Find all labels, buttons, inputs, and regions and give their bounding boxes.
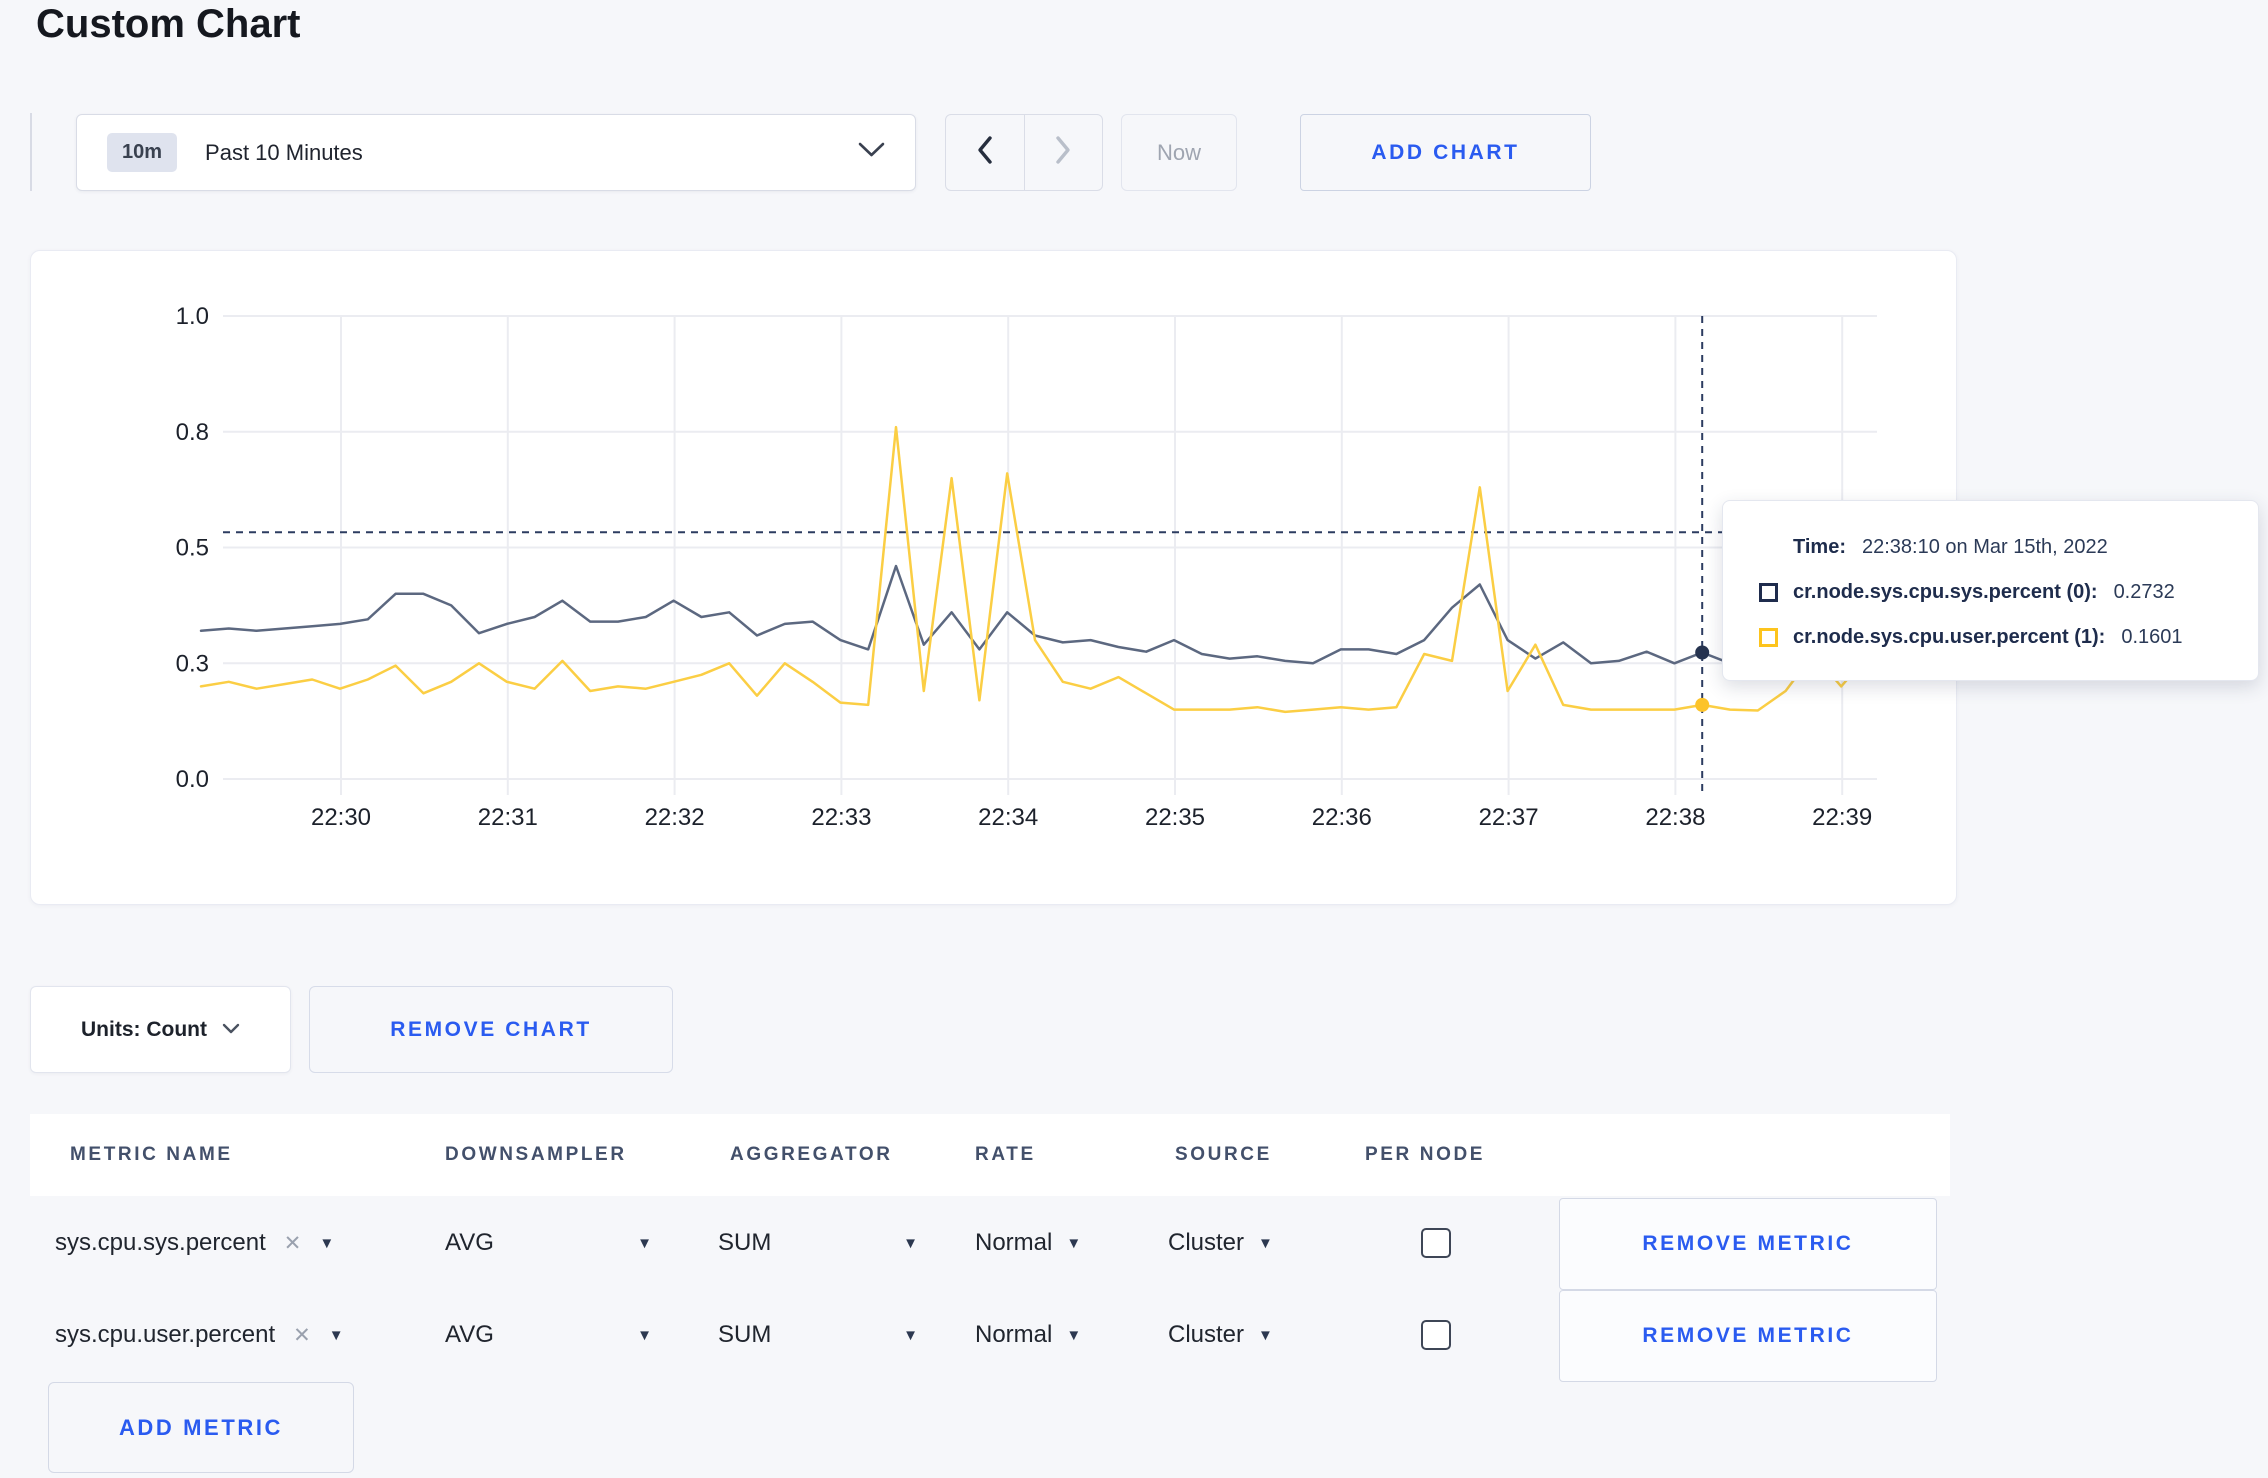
- x-tick-label: 22:34: [978, 804, 1038, 831]
- header-per-node: PER NODE: [1365, 1144, 1486, 1165]
- series-line-0: [199, 564, 1871, 665]
- tooltip-series-row: cr.node.sys.cpu.user.percent (1): 0.1601: [1759, 615, 2234, 660]
- caret-down-icon: ▼: [1258, 1326, 1273, 1344]
- source-value: Cluster: [1168, 1321, 1245, 1348]
- remove-metric-button[interactable]: REMOVE METRIC: [1559, 1198, 1937, 1290]
- remove-chart-button[interactable]: REMOVE CHART: [309, 986, 673, 1073]
- time-step-buttons: [945, 114, 1103, 191]
- downsampler-value: AVG: [445, 1321, 494, 1348]
- tooltip-time-value: 22:38:10 on Mar 15th, 2022: [1861, 536, 2108, 558]
- x-tick-label: 22:33: [811, 804, 871, 831]
- series-line-1: [199, 425, 1871, 714]
- units-label: Units: Count: [81, 1017, 207, 1041]
- tooltip-series-value: 0.1601: [2121, 626, 2183, 648]
- tooltip-time-label: Time:: [1793, 536, 1846, 558]
- user-series-swatch-icon: [1759, 628, 1778, 647]
- x-tick-label: 22:30: [311, 804, 371, 831]
- per-node-checkbox[interactable]: [1421, 1320, 1451, 1350]
- custom-chart-page: { "page": { "title": "Custom Chart" }, "…: [0, 0, 2268, 1478]
- x-tick-label: 22:35: [1145, 804, 1205, 831]
- cpu-chart-svg[interactable]: 0.0 0.3 0.5 0.8 1.0 22:30 22:31 22:32 22:33 22:34…: [31, 251, 1956, 904]
- per-node-checkbox[interactable]: [1421, 1228, 1451, 1258]
- downsampler-value: AVG: [445, 1229, 494, 1256]
- aggregator-select[interactable]: SUM ▼: [718, 1321, 918, 1349]
- chevron-down-icon: [222, 1021, 240, 1039]
- source-select[interactable]: Cluster ▼: [1168, 1229, 1273, 1257]
- x-tick-label: 22:31: [478, 804, 538, 831]
- metric-name-value: sys.cpu.sys.percent: [55, 1229, 266, 1256]
- caret-down-icon: ▼: [903, 1326, 918, 1344]
- chevron-right-icon: [1052, 135, 1074, 170]
- caret-down-icon: ▼: [637, 1326, 652, 1344]
- metrics-table-header: METRIC NAME DOWNSAMPLER AGGREGATOR RATE …: [30, 1114, 1950, 1196]
- metric-row: sys.cpu.sys.percent ✕ ▼ AVG ▼ SUM ▼ Norm…: [30, 1198, 1950, 1290]
- now-button[interactable]: Now: [1121, 114, 1237, 191]
- add-chart-button[interactable]: ADD CHART: [1300, 114, 1591, 191]
- x-tick-label: 22:37: [1479, 804, 1539, 831]
- tooltip-time-row: Time: 22:38:10 on Mar 15th, 2022: [1759, 525, 2234, 570]
- page-title: Custom Chart: [36, 2, 301, 46]
- caret-down-icon: ▼: [1066, 1234, 1082, 1252]
- metric-name-select[interactable]: sys.cpu.sys.percent ✕ ▼: [55, 1229, 334, 1257]
- tooltip-series-label: cr.node.sys.cpu.sys.percent (0):: [1793, 581, 2098, 603]
- caret-down-icon: ▼: [319, 1234, 335, 1252]
- chart-hover-tooltip: Time: 22:38:10 on Mar 15th, 2022 cr.node…: [1722, 500, 2259, 681]
- remove-metric-button[interactable]: REMOVE METRIC: [1559, 1290, 1937, 1382]
- tooltip-series-value: 0.2732: [2113, 581, 2175, 603]
- previous-timeframe-button[interactable]: [946, 115, 1025, 190]
- y-tick-label: 1.0: [176, 303, 209, 330]
- aggregator-select[interactable]: SUM ▼: [718, 1229, 918, 1257]
- metric-row: sys.cpu.user.percent ✕ ▼ AVG ▼ SUM ▼ Nor…: [30, 1290, 1950, 1382]
- caret-down-icon: ▼: [1066, 1326, 1082, 1344]
- downsampler-select[interactable]: AVG ▼: [445, 1321, 652, 1349]
- time-range-label: Past 10 Minutes: [205, 139, 363, 165]
- tooltip-series-row: cr.node.sys.cpu.sys.percent (0): 0.2732: [1759, 570, 2234, 615]
- y-tick-label: 0.0: [176, 766, 209, 793]
- rate-value: Normal: [975, 1321, 1053, 1348]
- downsampler-select[interactable]: AVG ▼: [445, 1229, 652, 1257]
- y-tick-label: 0.8: [176, 419, 209, 446]
- caret-down-icon: ▼: [637, 1234, 652, 1252]
- rate-select[interactable]: Normal ▼: [975, 1321, 1081, 1349]
- header-rate: RATE: [975, 1144, 1036, 1165]
- metric-name-select[interactable]: sys.cpu.user.percent ✕ ▼: [55, 1321, 344, 1349]
- toolbar-divider: [30, 113, 32, 191]
- rate-value: Normal: [975, 1229, 1053, 1256]
- units-dropdown[interactable]: Units: Count: [30, 986, 291, 1073]
- x-tick-label: 22:39: [1812, 804, 1872, 831]
- source-value: Cluster: [1168, 1229, 1245, 1256]
- caret-down-icon: ▼: [903, 1234, 918, 1252]
- close-icon[interactable]: ✕: [284, 1231, 302, 1256]
- y-tick-label: 0.5: [176, 535, 209, 562]
- chevron-down-icon: [858, 142, 885, 163]
- hover-dot-series-1: [1695, 697, 1710, 712]
- time-range-badge: 10m: [107, 133, 178, 172]
- hover-dot-series-0: [1695, 645, 1710, 660]
- header-source: SOURCE: [1175, 1144, 1272, 1165]
- tooltip-series-label: cr.node.sys.cpu.user.percent (1):: [1793, 626, 2106, 648]
- sys-series-swatch-icon: [1759, 583, 1778, 602]
- header-downsampler: DOWNSAMPLER: [445, 1144, 627, 1165]
- close-icon[interactable]: ✕: [293, 1323, 311, 1348]
- header-metric-name: METRIC NAME: [70, 1144, 233, 1165]
- caret-down-icon: ▼: [1258, 1234, 1273, 1252]
- time-range-dropdown[interactable]: 10m Past 10 Minutes: [76, 114, 916, 191]
- caret-down-icon: ▼: [328, 1326, 344, 1344]
- x-tick-label: 22:38: [1645, 804, 1705, 831]
- y-tick-label: 0.3: [176, 650, 209, 677]
- aggregator-value: SUM: [718, 1229, 772, 1256]
- next-timeframe-button[interactable]: [1025, 115, 1103, 190]
- x-tick-label: 22:36: [1312, 804, 1372, 831]
- x-tick-label: 22:32: [645, 804, 705, 831]
- chart-card: 0.0 0.3 0.5 0.8 1.0 22:30 22:31 22:32 22:33 22:34…: [30, 250, 1957, 905]
- source-select[interactable]: Cluster ▼: [1168, 1321, 1273, 1349]
- add-metric-button[interactable]: ADD METRIC: [48, 1382, 354, 1473]
- chevron-left-icon: [974, 135, 996, 170]
- metric-name-value: sys.cpu.user.percent: [55, 1321, 276, 1348]
- aggregator-value: SUM: [718, 1321, 772, 1348]
- header-aggregator: AGGREGATOR: [730, 1144, 893, 1165]
- rate-select[interactable]: Normal ▼: [975, 1229, 1081, 1257]
